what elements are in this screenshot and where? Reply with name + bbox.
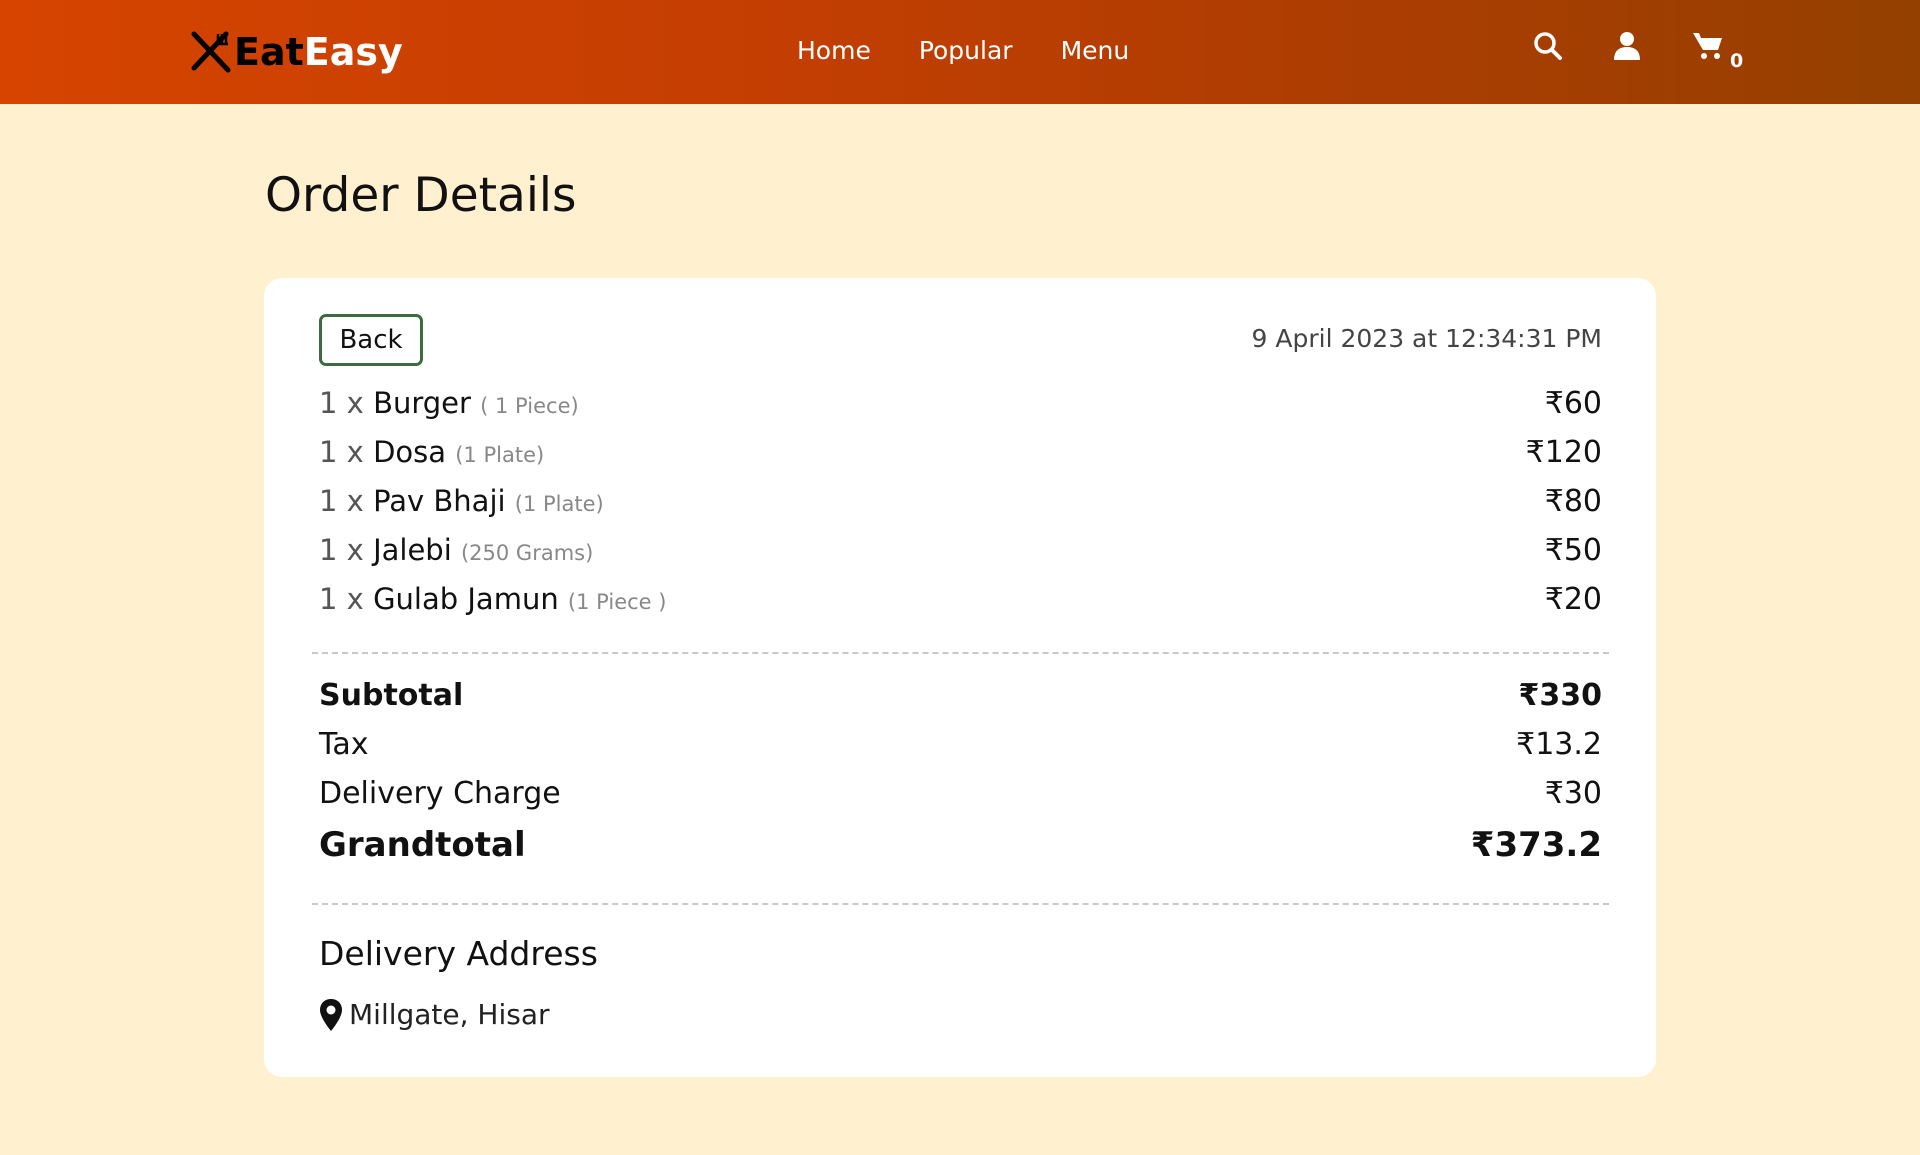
item-price: ₹50 (1544, 533, 1602, 568)
navbar: Eat Easy Home Popular Menu 0 (0, 0, 1920, 104)
item-qty: 1 x (319, 386, 364, 420)
item-unit: (250 Grams) (460, 541, 594, 565)
delivery-label: Delivery Charge (319, 776, 561, 811)
item-qty: 1 x (319, 484, 364, 518)
order-item: 1 x Jalebi (250 Grams) ₹50 (319, 533, 1602, 582)
order-totals: Subtotal ₹330 Tax ₹13.2 Delivery Charge … (319, 678, 1602, 877)
order-item: 1 x Dosa (1 Plate) ₹120 (319, 435, 1602, 484)
item-qty: 1 x (319, 533, 364, 567)
item-qty: 1 x (319, 582, 364, 616)
order-card: Back 9 April 2023 at 12:34:31 PM 1 x Bur… (264, 278, 1656, 1077)
order-items: 1 x Burger ( 1 Piece) ₹60 1 x Dosa (1 Pl… (319, 386, 1602, 631)
subtotal-value: ₹330 (1518, 678, 1603, 713)
divider (312, 652, 1609, 654)
subtotal-row: Subtotal ₹330 (319, 678, 1602, 727)
tax-row: Tax ₹13.2 (319, 727, 1602, 776)
order-item: 1 x Gulab Jamun (1 Piece ) ₹20 (319, 582, 1602, 631)
item-unit: (1 Plate) (514, 492, 604, 516)
item-name: Gulab Jamun (373, 582, 559, 616)
delivery-row: Delivery Charge ₹30 (319, 776, 1602, 825)
item-name: Dosa (373, 435, 447, 469)
map-pin-icon (320, 998, 342, 1031)
tax-label: Tax (319, 727, 369, 762)
item-name: Burger (373, 386, 471, 420)
item-price: ₹120 (1525, 435, 1602, 470)
delivery-address-heading: Delivery Address (319, 934, 598, 973)
grandtotal-value: ₹373.2 (1470, 825, 1602, 865)
subtotal-label: Subtotal (319, 678, 464, 713)
back-button[interactable]: Back (319, 314, 423, 366)
item-price: ₹80 (1544, 484, 1602, 519)
item-price: ₹20 (1544, 582, 1602, 617)
grandtotal-row: Grandtotal ₹373.2 (319, 825, 1602, 877)
item-qty: 1 x (319, 435, 364, 469)
tax-value: ₹13.2 (1516, 727, 1602, 762)
user-icon[interactable] (1611, 30, 1643, 66)
order-item: 1 x Pav Bhaji (1 Plate) ₹80 (319, 484, 1602, 533)
item-unit: (1 Plate) (455, 443, 545, 467)
divider (312, 903, 1609, 905)
item-price: ₹60 (1544, 386, 1602, 421)
item-name: Pav Bhaji (373, 484, 506, 518)
item-unit: ( 1 Piece) (480, 394, 579, 418)
search-icon[interactable] (1532, 30, 1564, 66)
cart-icon[interactable] (1692, 30, 1724, 66)
address-text: Millgate, Hisar (349, 998, 550, 1031)
item-unit: (1 Piece ) (567, 590, 667, 614)
order-item: 1 x Burger ( 1 Piece) ₹60 (319, 386, 1602, 435)
delivery-value: ₹30 (1544, 776, 1602, 811)
order-date: 9 April 2023 at 12:34:31 PM (1251, 324, 1602, 353)
page-title: Order Details (265, 168, 577, 223)
delivery-address: Millgate, Hisar (319, 998, 550, 1031)
cart-count: 0 (1730, 50, 1744, 72)
nav-icons: 0 (0, 30, 1920, 74)
grandtotal-label: Grandtotal (319, 825, 526, 865)
item-name: Jalebi (373, 533, 452, 567)
